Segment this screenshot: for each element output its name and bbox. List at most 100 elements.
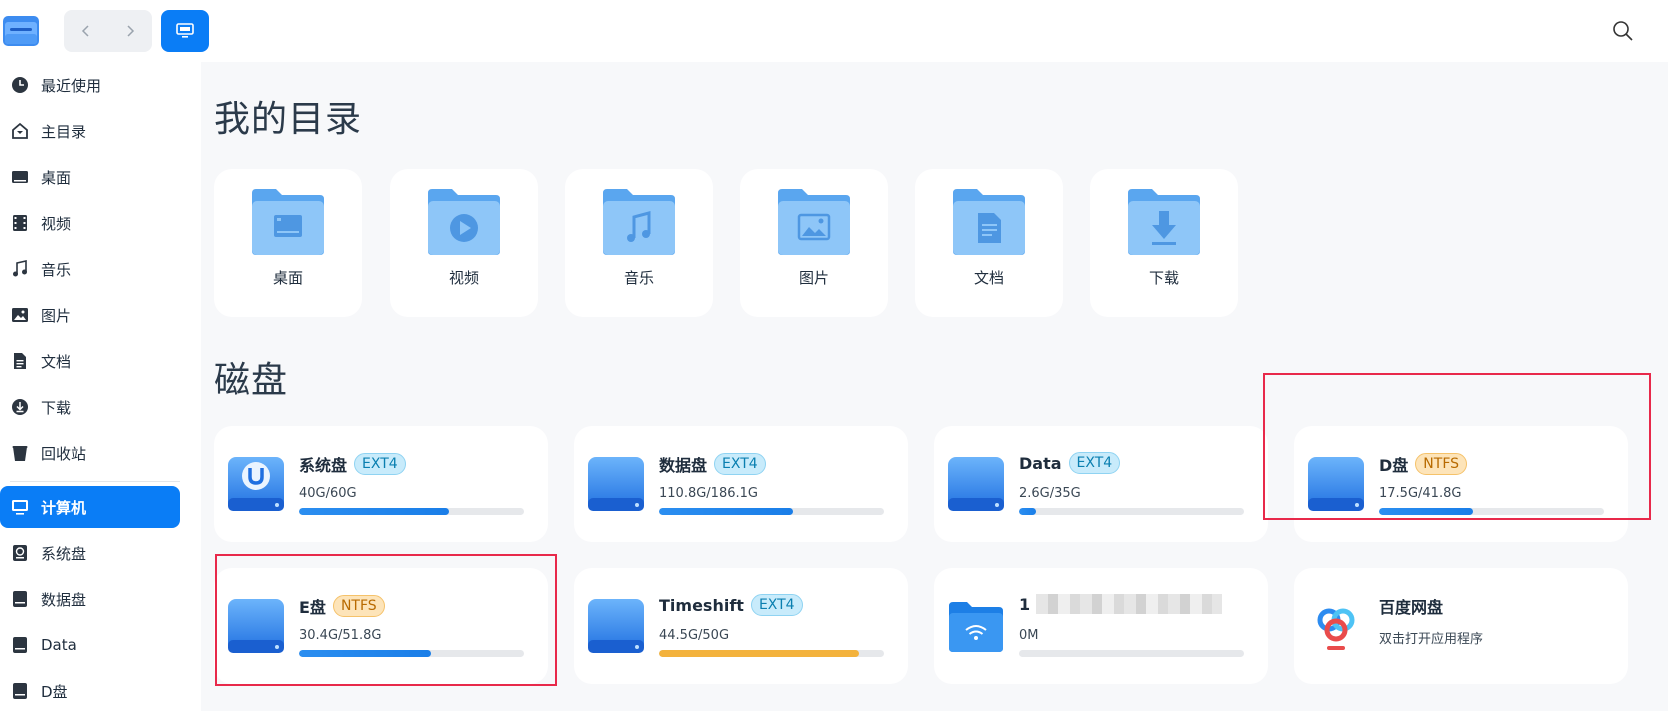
disk-card-baidu-netdisk[interactable]: 百度网盘 双击打开应用程序 [1294, 568, 1628, 684]
sidebar-item-label: Data [41, 636, 77, 654]
folder-music[interactable]: 音乐 [565, 169, 713, 317]
disk-name-row: 百度网盘 [1379, 594, 1443, 618]
sidebar-item-pictures[interactable]: 图片 [0, 294, 180, 336]
folder-label: 下载 [1148, 269, 1179, 287]
disk-name: Timeshift [659, 595, 744, 615]
folder-label: 音乐 [623, 269, 654, 287]
sidebar-item-data-disk[interactable]: 数据盘 [0, 578, 180, 620]
sidebar-item-label: 下载 [41, 398, 72, 417]
disk-usage-fill [1019, 508, 1036, 515]
disk-usage-bar [1019, 650, 1244, 657]
download-icon [11, 398, 29, 416]
disk-card-data-disk[interactable]: 数据盘 EXT4 110.8G/186.1G [574, 426, 908, 542]
system-disk-icon [11, 544, 29, 562]
disk-icon [588, 457, 644, 511]
disk-icon [11, 590, 29, 608]
sidebar-item-videos[interactable]: 视频 [0, 202, 180, 244]
folder-documents[interactable]: 文档 [915, 169, 1063, 317]
filesystem-badge: EXT4 [1068, 452, 1121, 474]
main-content: 我的目录 桌面 视频 音乐 图片 文档 下载 磁盘 系统盘 EXT4 40G/6… [201, 62, 1668, 711]
disk-usage-fill [299, 650, 432, 657]
disk-usage-bar [659, 650, 884, 657]
my-directories-title: 我的目录 [214, 99, 363, 140]
disk-card-timeshift[interactable]: Timeshift EXT4 44.5G/50G [574, 568, 908, 684]
folder-label: 桌面 [272, 269, 303, 287]
disk-name: D盘 [1379, 456, 1409, 475]
disk-usage-bar [1379, 508, 1604, 515]
sidebar-item-downloads[interactable]: 下载 [0, 386, 180, 428]
network-folder-icon [949, 602, 1003, 652]
navigation-buttons [64, 10, 152, 52]
sidebar-item-trash[interactable]: 回收站 [0, 432, 180, 474]
sidebar-item-music[interactable]: 音乐 [0, 248, 180, 290]
disk-usage-bar [659, 508, 884, 515]
folder-label: 视频 [448, 269, 479, 287]
disk-icon [1308, 457, 1364, 511]
sidebar-item-documents[interactable]: 文档 [0, 340, 180, 382]
sidebar-item-desktop[interactable]: 桌面 [0, 156, 180, 198]
chevron-right-icon [127, 25, 135, 37]
sidebar-item-label: 桌面 [41, 168, 72, 187]
disk-card-d-drive[interactable]: D盘 NTFS 17.5G/41.8G [1294, 426, 1628, 542]
disk-name-row: E盘 NTFS [299, 594, 385, 618]
folder-desktop[interactable]: 桌面 [214, 169, 362, 317]
folder-videos[interactable]: 视频 [390, 169, 538, 317]
image-icon [11, 306, 29, 324]
folder-label: 图片 [798, 269, 829, 287]
disk-usage-text: 30.4G/51.8G [299, 628, 382, 643]
disk-card-system[interactable]: 系统盘 EXT4 40G/60G [214, 426, 548, 542]
filesystem-badge: NTFS [1415, 453, 1468, 475]
disk-card-network-share[interactable]: 1 0M [934, 568, 1268, 684]
disk-usage-text: 17.5G/41.8G [1379, 486, 1462, 501]
sidebar-item-data[interactable]: Data [0, 624, 180, 666]
disk-name: E盘 [299, 598, 326, 617]
disk-icon [588, 599, 644, 653]
disks-title: 磁盘 [214, 360, 289, 401]
sidebar-item-computer[interactable]: 计算机 [0, 486, 180, 528]
search-icon [1613, 21, 1633, 41]
desktop-folder-icon [252, 189, 324, 255]
picture-folder-icon [778, 189, 850, 255]
disk-usage-fill [659, 650, 860, 657]
monitor-icon [176, 23, 194, 38]
computer-view-button[interactable] [161, 10, 209, 52]
folder-downloads[interactable]: 下载 [1090, 169, 1238, 317]
app-hint-text: 双击打开应用程序 [1379, 632, 1484, 647]
sidebar-item-recent[interactable]: 最近使用 [0, 64, 180, 106]
disk-usage-text: 2.6G/35G [1019, 486, 1081, 501]
disk-card-data[interactable]: Data EXT4 2.6G/35G [934, 426, 1268, 542]
sidebar-item-system-disk[interactable]: 系统盘 [0, 532, 180, 574]
folder-pictures[interactable]: 图片 [740, 169, 888, 317]
sidebar-item-home[interactable]: 主目录 [0, 110, 180, 152]
disk-usage-text: 0M [1019, 628, 1039, 643]
sidebar-item-label: 视频 [41, 214, 72, 233]
disk-name-row: D盘 NTFS [1379, 452, 1468, 476]
sidebar-item-d-drive[interactable]: D盘 [0, 670, 180, 711]
disk-name-row: Timeshift EXT4 [659, 594, 803, 616]
disk-name-row: Data EXT4 [1019, 452, 1121, 474]
disk-name: Data [1019, 453, 1062, 473]
sidebar-item-label: 计算机 [41, 498, 87, 517]
chevron-left-icon [81, 25, 89, 37]
music-icon [11, 260, 29, 278]
disk-usage-fill [659, 508, 793, 515]
sidebar-item-label: 回收站 [41, 444, 87, 463]
filesystem-badge: EXT4 [354, 453, 406, 475]
search-button[interactable] [1608, 16, 1638, 46]
disk-name: 数据盘 [659, 456, 708, 475]
back-button[interactable] [64, 10, 108, 52]
disk-card-e-drive[interactable]: E盘 NTFS 30.4G/51.8G [214, 568, 548, 684]
download-folder-icon [1128, 189, 1200, 255]
trash-icon [11, 444, 29, 462]
forward-button[interactable] [108, 10, 152, 52]
disk-usage-text: 40G/60G [299, 486, 357, 501]
toolbar [0, 0, 1668, 62]
disk-usage-bar [299, 650, 524, 657]
sidebar: 最近使用 主目录 桌面 视频 音乐 图片 文档 下载 回收站 计算机 系统盘 数… [0, 62, 201, 711]
redacted-name-blur [1036, 594, 1223, 614]
disk-icon [11, 636, 29, 654]
music-folder-icon [603, 189, 675, 255]
disk-icon [948, 457, 1004, 511]
file-manager-logo-icon [2, 12, 40, 50]
sidebar-item-label: 数据盘 [41, 590, 87, 609]
